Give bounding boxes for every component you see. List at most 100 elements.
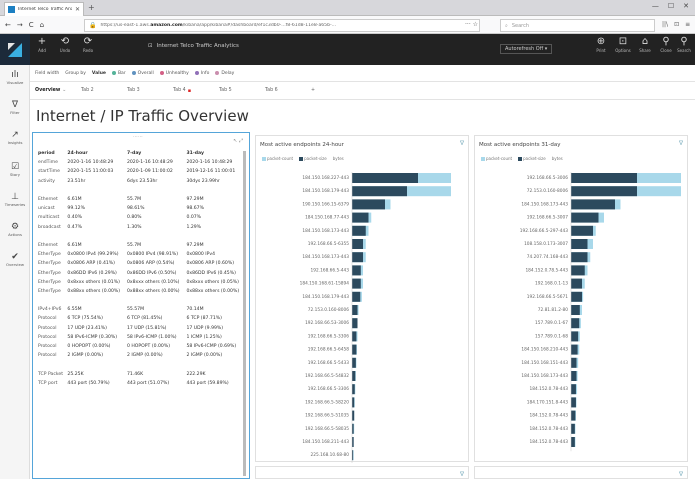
close-window-icon[interactable]: ✕ xyxy=(683,2,689,10)
share-button[interactable]: ⌂ Share xyxy=(634,36,656,53)
tab-overview[interactable]: Overview ⌄ xyxy=(35,88,81,93)
bar-packet-size[interactable] xyxy=(571,437,575,447)
column-header[interactable]: 24-hour xyxy=(66,149,126,158)
nav-overview[interactable]: ✔ Overview xyxy=(0,252,30,267)
filter-icon[interactable]: ∇ xyxy=(679,140,683,147)
legend-item[interactable]: packet-size xyxy=(299,156,327,161)
bar-packet-size[interactable] xyxy=(352,318,358,329)
bar-packet-size[interactable] xyxy=(571,384,576,395)
bar-packet-size[interactable] xyxy=(571,291,582,302)
home-icon[interactable]: ⌂ xyxy=(40,21,44,29)
bar-packet-size[interactable] xyxy=(571,410,576,421)
panel-menu-icon[interactable]: ↖ ⤢ xyxy=(233,138,243,144)
tab-2[interactable]: Tab 2 xyxy=(81,88,127,93)
bar-packet-size[interactable] xyxy=(571,225,593,236)
bar-packet-size[interactable] xyxy=(352,265,361,276)
browser-search-input[interactable]: ⌕ Search xyxy=(500,19,655,32)
column-header[interactable]: 7-day xyxy=(126,149,186,158)
filter-chip[interactable]: Unhealthy xyxy=(159,71,189,76)
undo-button[interactable]: ⟲ Undo xyxy=(54,36,76,53)
scrollbar[interactable] xyxy=(243,151,246,476)
nav-actions[interactable]: ⚙ Actions xyxy=(0,222,30,237)
bar-packet-size[interactable] xyxy=(352,173,418,183)
back-icon[interactable]: ← xyxy=(5,21,11,29)
search-button[interactable]: ⚲ Search xyxy=(674,36,694,53)
bar-packet-size[interactable] xyxy=(352,278,361,289)
bar-packet-size[interactable] xyxy=(571,331,579,342)
bar-packet-size[interactable] xyxy=(352,331,357,342)
tab-4[interactable]: Tab 4 ▪ xyxy=(173,88,219,94)
bar-packet-size[interactable] xyxy=(352,239,363,249)
drag-handle-icon[interactable]: ⋯⋯ xyxy=(133,134,143,140)
bar-packet-size[interactable] xyxy=(571,357,577,368)
nav-visualize[interactable]: ılı Visualize xyxy=(0,70,30,85)
bar-packet-size[interactable] xyxy=(352,371,356,381)
bar-packet-size[interactable] xyxy=(571,252,588,263)
bar-packet-size[interactable] xyxy=(571,397,576,408)
bar-packet-size[interactable] xyxy=(571,318,580,329)
filter-icon[interactable]: ∇ xyxy=(460,471,464,478)
close-tab-icon[interactable]: ✕ xyxy=(75,6,80,13)
kibana-logo-icon[interactable] xyxy=(0,34,30,65)
bar-packet-size[interactable] xyxy=(571,371,577,381)
legend-item[interactable]: bytes xyxy=(333,156,344,161)
nav-timeseries[interactable]: ⊥ Timeseries xyxy=(0,192,30,207)
url-bar[interactable]: 🔒 https://us-east-1.aws.amazon.com/kiban… xyxy=(84,19,480,32)
bar-packet-size[interactable] xyxy=(352,344,357,355)
sidebar-icon[interactable]: ⊡ xyxy=(674,21,679,28)
tab-3[interactable]: Tab 3 xyxy=(127,88,173,93)
bar-packet-size[interactable] xyxy=(571,344,578,355)
filter-chip[interactable]: Info xyxy=(194,71,209,76)
filter-group-by[interactable]: Group by xyxy=(65,71,86,76)
filter-value[interactable]: Value xyxy=(92,71,106,76)
filter-icon[interactable]: ∇ xyxy=(460,140,464,147)
legend-item[interactable]: packet-count xyxy=(262,156,293,161)
url-actions[interactable]: ··· ☆ xyxy=(465,21,478,28)
bar-packet-size[interactable] xyxy=(571,265,585,276)
filter-chip[interactable]: Overall xyxy=(131,71,154,76)
bar-packet-size[interactable] xyxy=(571,186,637,197)
bar-packet-size[interactable] xyxy=(352,199,385,210)
nav-story[interactable]: ☑ Story xyxy=(0,162,30,177)
minimize-icon[interactable]: — xyxy=(652,2,659,10)
options-button[interactable]: ⊡ Options xyxy=(612,36,634,53)
legend-item[interactable]: packet-count xyxy=(481,156,512,161)
redo-button[interactable]: ⟳ Redo xyxy=(77,36,99,53)
filter-field-width[interactable]: Field width xyxy=(35,71,59,76)
nav-insights[interactable]: ↗ Insights xyxy=(0,130,30,145)
bar-packet-size[interactable] xyxy=(571,173,637,183)
bar-packet-size[interactable] xyxy=(571,278,582,289)
bar-packet-size[interactable] xyxy=(352,305,358,315)
bar-packet-size[interactable] xyxy=(352,186,407,197)
auto-refresh-dropdown[interactable]: Autorefresh Off ▾ xyxy=(500,44,553,54)
nav-filter[interactable]: ∇ Filter xyxy=(0,100,30,115)
column-header[interactable]: period xyxy=(37,149,66,158)
bar-packet-size[interactable] xyxy=(352,384,355,395)
bar-packet-size[interactable] xyxy=(352,291,361,302)
bar-packet-size[interactable] xyxy=(571,239,588,249)
bar-packet-size[interactable] xyxy=(352,212,369,223)
print-button[interactable]: ⊕ Print xyxy=(590,36,612,53)
new-tab-button[interactable]: + xyxy=(88,3,95,12)
tab-5[interactable]: Tab 5 xyxy=(219,88,265,93)
menu-icon[interactable]: ≡ xyxy=(685,21,690,28)
bar-packet-size[interactable] xyxy=(352,410,355,421)
reload-icon[interactable]: C xyxy=(29,21,34,29)
bar-packet-size[interactable] xyxy=(571,199,615,210)
legend-item[interactable]: packet-size xyxy=(518,156,546,161)
browser-tab[interactable]: Internet Telco Traffic Analytics ✕ xyxy=(4,2,84,16)
bar-packet-size[interactable] xyxy=(571,423,575,434)
bar-packet-size[interactable] xyxy=(352,357,356,368)
filter-chip[interactable]: Delay xyxy=(215,71,234,76)
maximize-icon[interactable]: ☐ xyxy=(668,2,674,10)
bar-packet-size[interactable] xyxy=(571,212,599,223)
bar-packet-size[interactable] xyxy=(571,305,580,315)
column-header[interactable]: 31-day xyxy=(185,149,245,158)
bar-packet-size[interactable] xyxy=(352,225,366,236)
forward-icon[interactable]: → xyxy=(17,21,23,29)
add-tab-button[interactable]: + xyxy=(311,88,357,93)
add-button[interactable]: + Add xyxy=(31,36,53,53)
library-icon[interactable]: ||\ xyxy=(662,21,668,28)
bar-packet-size[interactable] xyxy=(352,397,355,408)
filter-icon[interactable]: ∇ xyxy=(679,471,683,478)
